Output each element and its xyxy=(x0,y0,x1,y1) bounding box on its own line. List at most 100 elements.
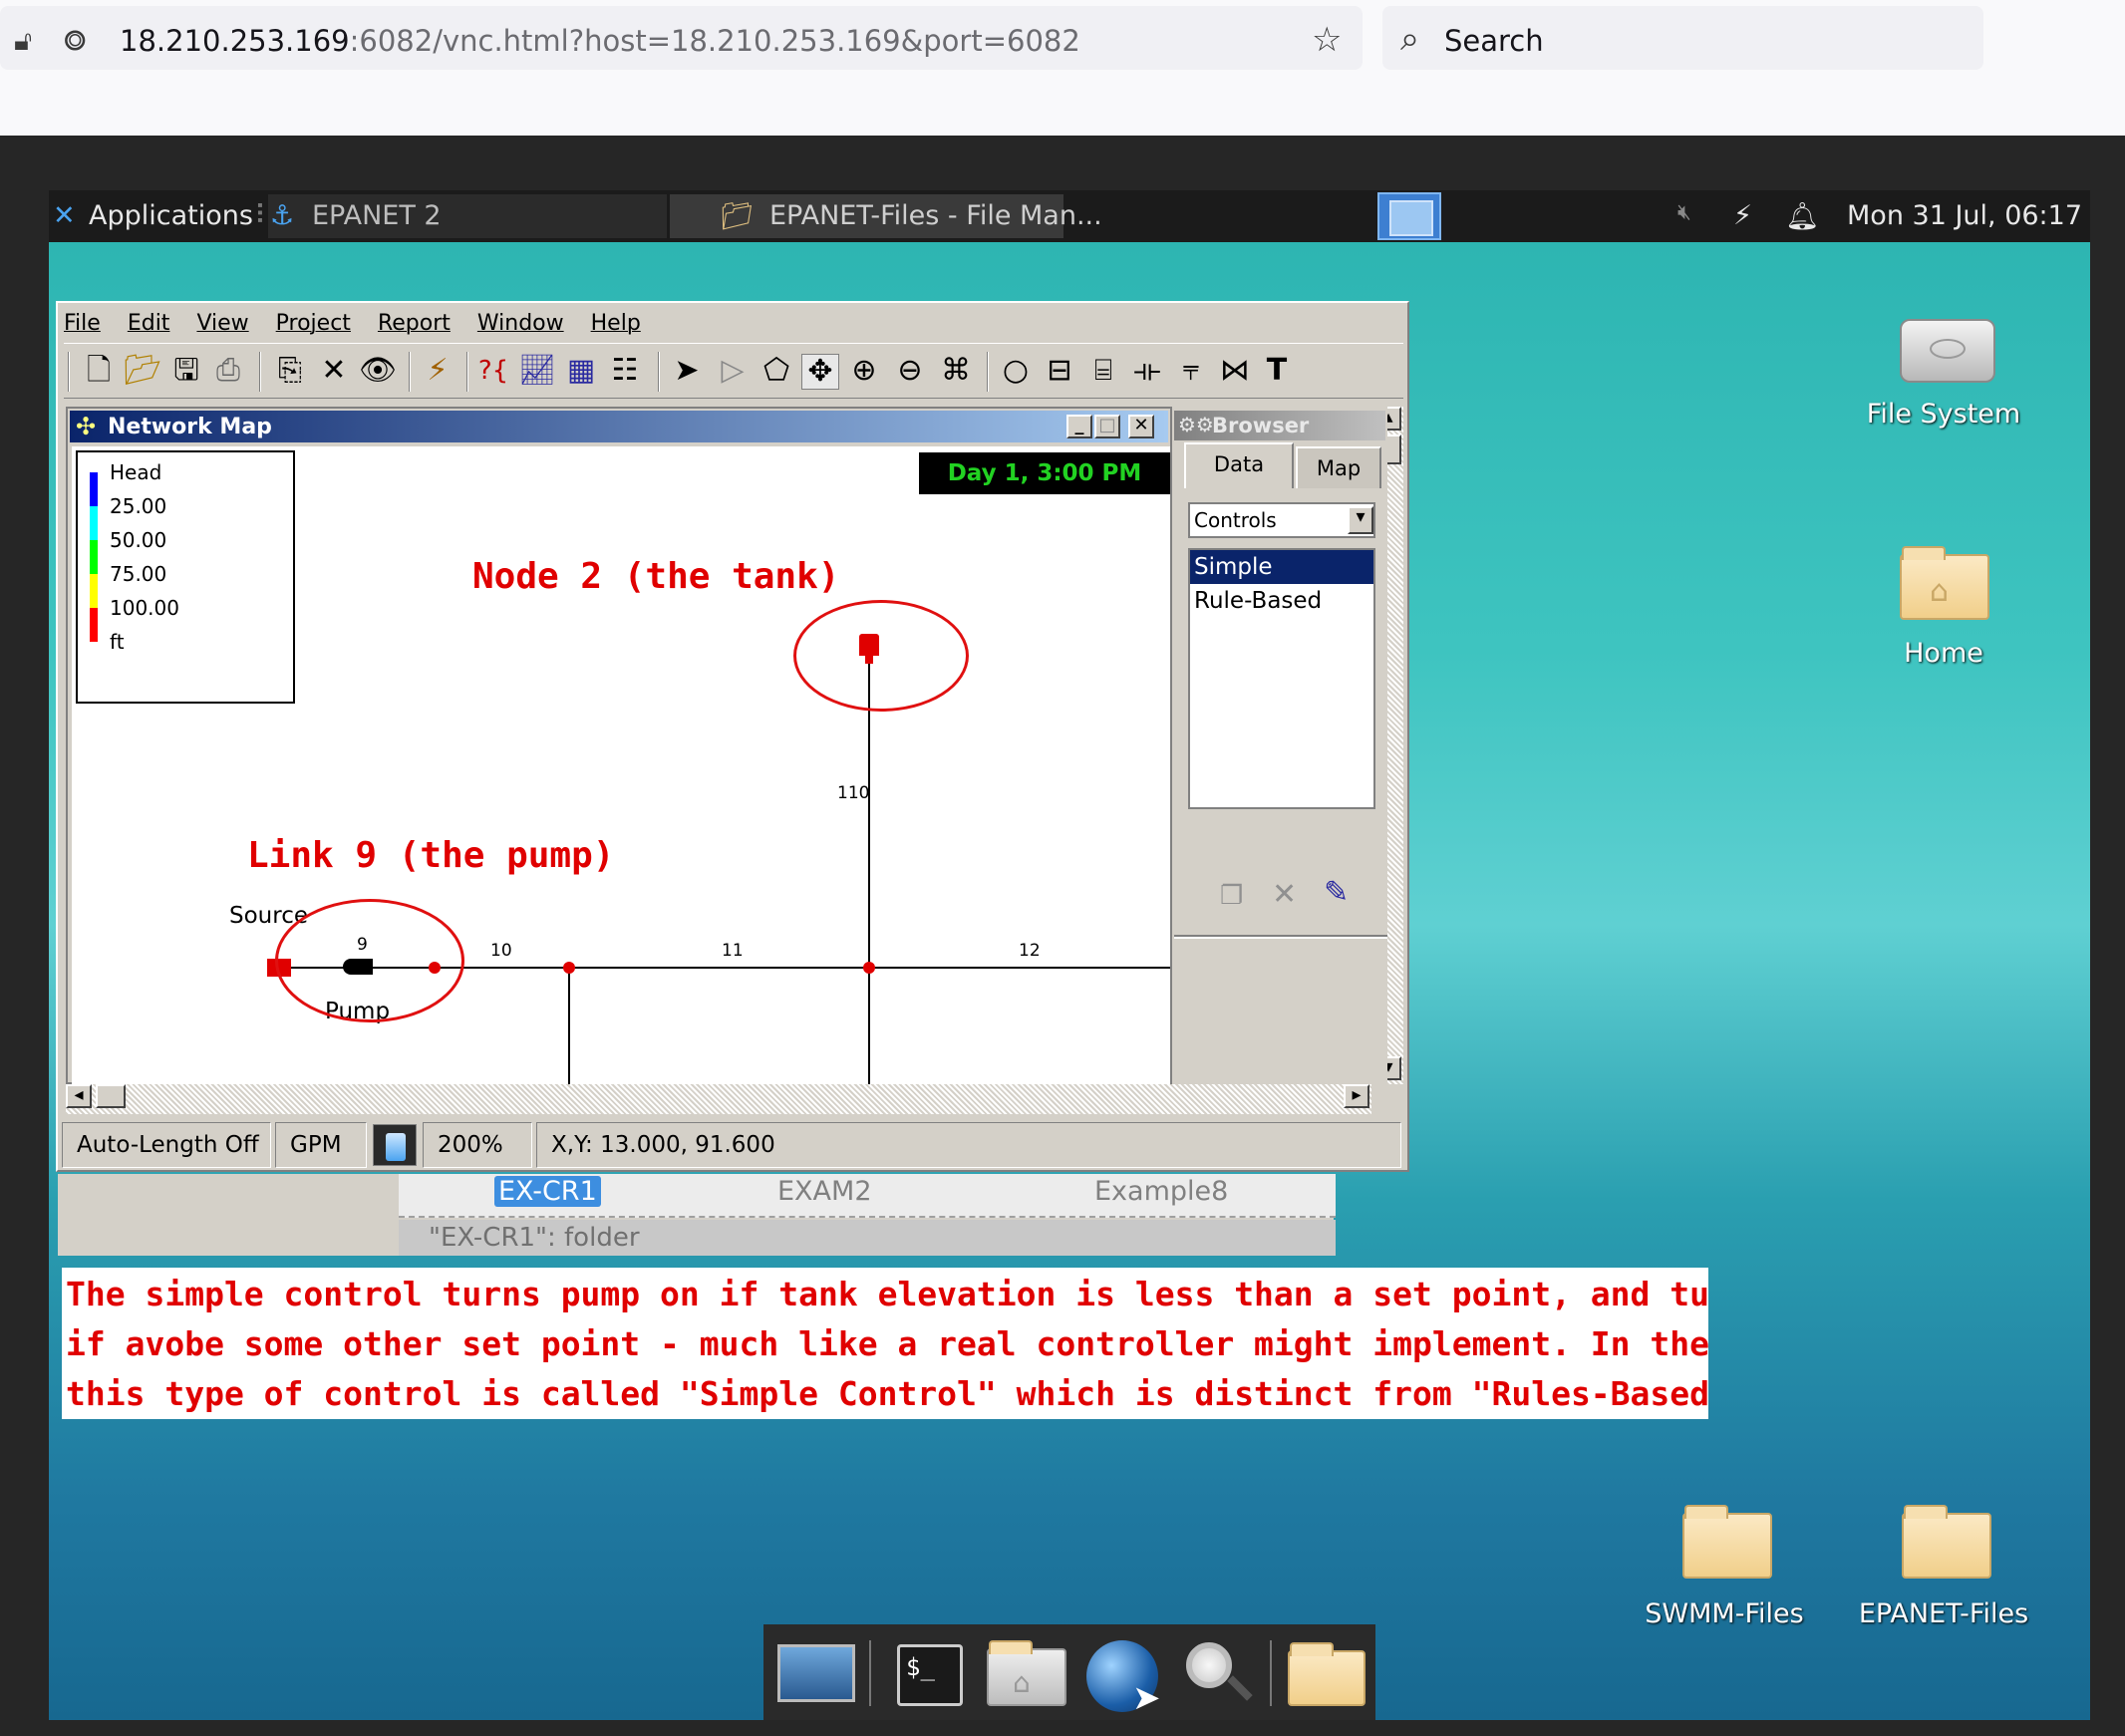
scroll-thumb[interactable] xyxy=(96,1084,126,1108)
new-file-icon[interactable]: 🗋︎ xyxy=(80,354,118,388)
close-button[interactable]: ✕ xyxy=(1128,415,1154,438)
menu-help[interactable]: Help xyxy=(591,311,641,336)
delete-icon[interactable]: ✕ xyxy=(315,354,353,388)
add-reservoir-icon[interactable]: ⊟ xyxy=(1041,354,1078,388)
menu-edit[interactable]: Edit xyxy=(128,311,170,336)
add-junction-icon[interactable]: ○ xyxy=(997,354,1035,388)
show-desktop-icon[interactable] xyxy=(773,1638,859,1708)
zoom-in-icon[interactable]: ⊕ xyxy=(845,354,883,388)
find-binoculars-icon[interactable]: 👁︎ xyxy=(359,354,397,388)
query-icon[interactable]: ?{ xyxy=(474,354,512,388)
browser-titlebar[interactable]: ⚙⚙ Browser xyxy=(1174,411,1385,440)
folder-item-exam2[interactable]: EXAM2 xyxy=(777,1176,872,1207)
drive-icon[interactable] xyxy=(1894,305,2003,387)
home-folder-icon[interactable]: ⌂ xyxy=(1896,546,1991,624)
junction-node[interactable] xyxy=(563,962,575,974)
swmm-files-label[interactable]: SWMM-Files xyxy=(1625,1598,1824,1629)
toolbar: 🗋︎ 📂︎ 🖫︎ ⎙ ⎘ ✕ 👁︎ ⚡ ?{ 📈︎ ▦ ☷ ➤ ▷ ⬠ ✥ ⊕ … xyxy=(64,343,1403,399)
epanet-folder-icon[interactable] xyxy=(1898,1505,1993,1583)
controls-list[interactable]: Simple Rule-Based xyxy=(1188,548,1375,809)
tab-map[interactable]: Map xyxy=(1296,446,1381,488)
scroll-right-button[interactable]: ▸ xyxy=(1344,1084,1369,1108)
web-browser-icon[interactable]: ➤ xyxy=(1080,1638,1166,1718)
options-icon[interactable]: ☷ xyxy=(606,354,644,388)
pipe-branch[interactable] xyxy=(568,967,570,1084)
tab-data[interactable]: Data xyxy=(1184,442,1294,488)
pipe-110[interactable] xyxy=(868,646,870,1084)
url-text[interactable]: 18.210.253.169:6082/vnc.html?host=18.210… xyxy=(120,24,1080,58)
print-icon[interactable]: ⎙ xyxy=(209,354,247,388)
power-icon[interactable]: ⚡ xyxy=(1733,200,1752,231)
graph-icon[interactable]: 📈︎ xyxy=(518,354,556,388)
toolbar-separator xyxy=(409,352,411,392)
panel-clock[interactable]: Mon 31 Jul, 06:17 xyxy=(1847,200,2082,231)
add-label-icon[interactable]: T xyxy=(1258,354,1296,388)
home-folder-dock-icon[interactable]: ⌂ xyxy=(983,1638,1068,1708)
house-icon: ⌂ xyxy=(1013,1666,1031,1699)
save-icon[interactable]: 🖫︎ xyxy=(167,354,205,388)
xfce-logo-icon[interactable]: ✕ xyxy=(53,200,76,231)
list-item-simple[interactable]: Simple xyxy=(1190,550,1373,584)
url-bar[interactable]: 🔓︎ ⭗︎ 18.210.253.169:6082/vnc.html?host=… xyxy=(0,6,1363,70)
menu-project[interactable]: Project xyxy=(276,311,351,336)
app-finder-icon[interactable] xyxy=(1176,1638,1262,1708)
file-system-label[interactable]: File System xyxy=(1844,399,2043,430)
run-lightning-icon[interactable]: ⚡ xyxy=(419,354,456,388)
folder-dock-icon[interactable] xyxy=(1282,1638,1367,1708)
list-item-rule-based[interactable]: Rule-Based xyxy=(1190,584,1373,618)
pan-icon[interactable]: ✥ xyxy=(801,354,839,390)
add-pump-icon[interactable]: ⫧ xyxy=(1172,354,1210,388)
toolbar-separator xyxy=(68,352,70,392)
menu-report[interactable]: Report xyxy=(378,311,451,336)
category-select[interactable]: Controls ▾ xyxy=(1188,502,1375,538)
status-auto-length[interactable]: Auto-Length Off xyxy=(62,1122,271,1168)
volume-muted-icon[interactable]: 🔇︎ xyxy=(1677,200,1691,225)
select-region-icon[interactable]: ⬠ xyxy=(758,354,795,388)
horizontal-scrollbar[interactable]: ◂ ▸ xyxy=(66,1084,1371,1114)
notification-bell-icon[interactable]: 🔔︎ xyxy=(1785,200,1819,232)
annotation-pump: Link 9 (the pump) xyxy=(247,835,615,876)
folder-item-ex-cr1[interactable]: EX-CR1 xyxy=(494,1176,601,1207)
zoom-out-icon[interactable]: ⊖ xyxy=(891,354,929,388)
workspace-switcher[interactable] xyxy=(1377,192,1441,240)
link-label-11: 11 xyxy=(722,941,744,961)
copy-icon[interactable]: ⎘ xyxy=(271,354,309,388)
applications-menu[interactable]: Applications xyxy=(89,200,253,231)
table-icon[interactable]: ▦ xyxy=(562,354,600,388)
add-object-icon[interactable]: ❐ xyxy=(1220,881,1243,911)
add-tank-icon[interactable]: ⌸ xyxy=(1084,354,1122,388)
menu-file[interactable]: File xyxy=(64,311,101,336)
full-extent-icon[interactable]: ⌘ xyxy=(937,354,975,388)
add-valve-icon[interactable]: ⋈ xyxy=(1216,354,1254,388)
bookmark-star-icon[interactable]: ☆ xyxy=(1312,20,1342,60)
menu-window[interactable]: Window xyxy=(477,311,564,336)
network-map-titlebar[interactable]: ✣ Network Map _ □ ✕ xyxy=(70,411,1168,442)
insecure-lock-icon[interactable]: 🔓︎ xyxy=(14,24,32,58)
add-pipe-icon[interactable]: ⟛ xyxy=(1128,354,1166,388)
maximize-button[interactable]: □ xyxy=(1094,415,1120,438)
folder-item-example8[interactable]: Example8 xyxy=(1094,1176,1228,1207)
link-label-10: 10 xyxy=(490,941,512,961)
menu-view[interactable]: View xyxy=(196,311,248,336)
taskbar-epanet[interactable]: ⚓ EPANET 2 xyxy=(268,194,667,238)
epanet-window: File Edit View Project Report Window Hel… xyxy=(56,301,1409,1172)
map-legend[interactable]: Head 25.00 50.00 75.00 100.00 ft xyxy=(76,450,295,704)
chevron-down-icon[interactable]: ▾ xyxy=(1348,506,1373,534)
search-box[interactable]: ⌕ Search xyxy=(1382,6,1983,70)
minimize-button[interactable]: _ xyxy=(1066,415,1092,438)
taskbar-file-manager[interactable]: 📁︎ EPANET-Files - File Man... xyxy=(670,194,1102,238)
delete-object-icon[interactable]: ✕ xyxy=(1272,877,1297,912)
key-icon[interactable]: ⭗︎ xyxy=(64,24,86,58)
home-label[interactable]: Home xyxy=(1844,638,2043,669)
legend-swatch-blue xyxy=(90,472,98,506)
junction-node[interactable] xyxy=(863,962,875,974)
terminal-icon[interactable]: $_ xyxy=(887,1638,973,1708)
swmm-folder-icon[interactable] xyxy=(1678,1505,1774,1583)
select-arrow-icon[interactable]: ➤ xyxy=(668,354,706,388)
scroll-left-button[interactable]: ◂ xyxy=(66,1084,92,1108)
epanet-files-label[interactable]: EPANET-Files xyxy=(1844,1598,2043,1629)
select-vertex-icon[interactable]: ▷ xyxy=(714,354,752,388)
map-canvas[interactable]: Head 25.00 50.00 75.00 100.00 ft Day 1, … xyxy=(72,446,1170,1084)
open-folder-icon[interactable]: 📂︎ xyxy=(124,354,161,388)
edit-object-icon[interactable]: ✎ xyxy=(1324,875,1349,910)
